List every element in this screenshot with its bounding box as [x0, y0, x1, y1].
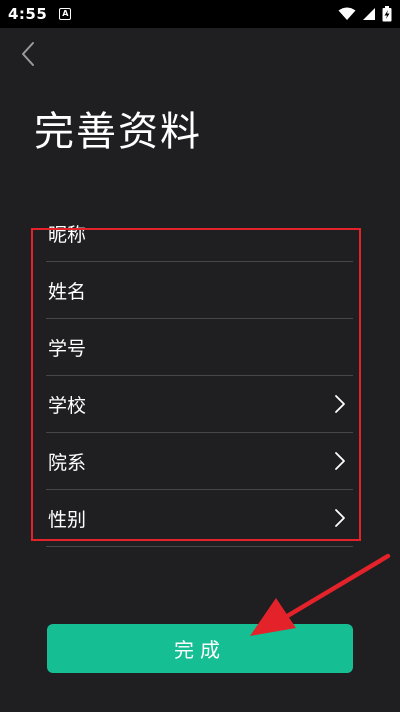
done-button-label: 完成	[174, 640, 226, 662]
wifi-icon	[338, 7, 356, 20]
status-time: 4:55	[8, 5, 48, 23]
form-row-student-id[interactable]: 学号	[46, 319, 353, 376]
form-row-label: 学号	[48, 337, 87, 360]
done-button[interactable]: 完成	[47, 624, 353, 673]
form-row-label: 性别	[48, 508, 87, 531]
form-row-department[interactable]: 院系	[46, 433, 353, 490]
battery-charging-icon	[382, 6, 392, 22]
back-button[interactable]	[12, 38, 44, 70]
notification-glyph: A	[62, 9, 69, 18]
form-row-gender[interactable]: 性别	[46, 490, 353, 547]
form-row-nickname[interactable]: 昵称	[46, 212, 353, 262]
chevron-right-icon	[335, 395, 345, 413]
form-row-label: 昵称	[48, 223, 87, 246]
profile-form-list: 昵称 姓名 学号 学校 院系 性别	[46, 212, 353, 552]
form-row-label: 院系	[48, 451, 87, 474]
signal-icon	[363, 8, 375, 20]
status-bar: 4:55 A	[0, 0, 400, 28]
chevron-left-icon	[22, 42, 34, 66]
form-row-school[interactable]: 学校	[46, 376, 353, 433]
notification-icon: A	[59, 8, 72, 20]
form-row-name[interactable]: 姓名	[46, 262, 353, 319]
status-icons	[338, 6, 392, 22]
page-title: 完善资料	[34, 109, 202, 155]
chevron-right-icon	[335, 509, 345, 527]
chevron-right-icon	[335, 452, 345, 470]
profile-completion-screen: 4:55 A 完善资料 昵称 姓名 学号 学校 院系 性别 完成	[0, 0, 400, 712]
form-row-label: 学校	[48, 394, 87, 417]
form-row-label: 姓名	[48, 280, 87, 303]
